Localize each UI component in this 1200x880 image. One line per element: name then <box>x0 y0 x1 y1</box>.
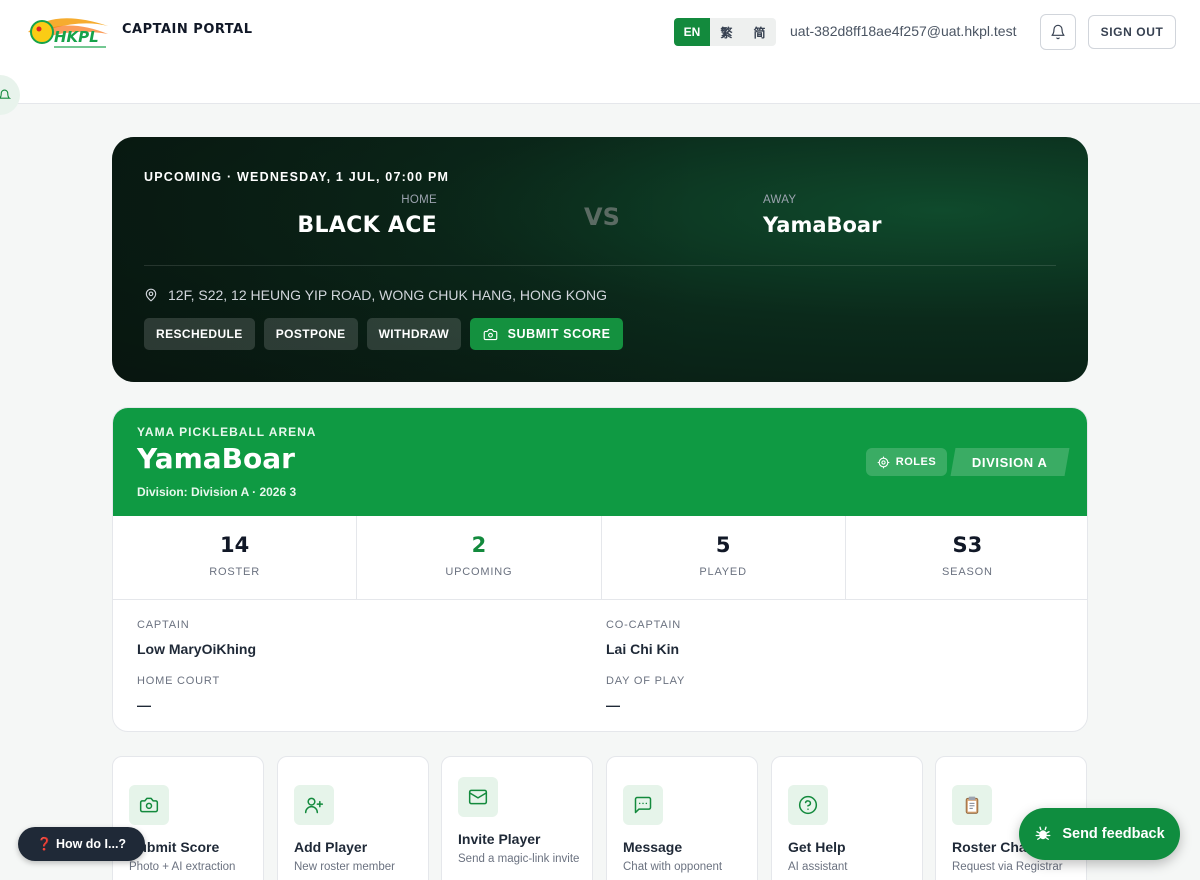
home-team-name: BLACK ACE <box>297 213 437 238</box>
home-label: HOME <box>401 194 437 206</box>
sign-out-button[interactable]: SIGN OUT <box>1088 15 1176 49</box>
quick-action-subtitle: Chat with opponent <box>623 861 723 873</box>
team-arena: YAMA PICKLEBALL ARENA <box>137 425 317 439</box>
match-actions: RESCHEDULE POSTPONE WITHDRAW SUBMIT SCOR… <box>144 318 624 350</box>
quick-action-add-player[interactable]: Add Player New roster member <box>277 756 429 880</box>
bell-icon <box>0 89 11 99</box>
quick-action-subtitle: AI assistant <box>788 861 848 873</box>
notifications-button[interactable] <box>1040 14 1076 50</box>
team-stats: 14 ROSTER 2 UPCOMING 5 PLAYED S3 SEASON <box>113 516 1087 600</box>
quick-action-title: Get Help <box>788 839 846 855</box>
user-email: uat-382d8ff18ae4f257@uat.hkpl.test <box>790 23 1017 39</box>
team-banner: YAMA PICKLEBALL ARENA YamaBoar Division:… <box>113 408 1087 516</box>
day-of-play-label: DAY OF PLAY <box>606 675 686 687</box>
home-court-value: — <box>137 697 151 713</box>
how-do-i-button[interactable]: ❓ How do I...? <box>18 827 145 861</box>
team-card: YAMA PICKLEBALL ARENA YamaBoar Division:… <box>112 407 1088 732</box>
team-name: YamaBoar <box>137 442 295 475</box>
quick-action-get-help[interactable]: Get Help AI assistant <box>771 756 923 880</box>
venue-address: 12F, S22, 12 HEUNG YIP ROAD, WONG CHUK H… <box>168 287 608 303</box>
lang-simplified-chinese-button[interactable]: 简 <box>743 18 776 46</box>
versus-label: VS <box>584 203 620 231</box>
division-badge-label: DIVISION A <box>972 454 1048 470</box>
mail-icon <box>458 777 498 817</box>
quick-action-title: Message <box>623 839 683 855</box>
chat-icon <box>623 785 663 825</box>
home-court-label: HOME COURT <box>137 675 220 687</box>
quick-action-invite-player[interactable]: Invite Player Send a magic-link invite <box>441 756 593 880</box>
lang-traditional-chinese-button[interactable]: 繁 <box>710 18 743 46</box>
stat-value: 5 <box>715 533 731 557</box>
division-badge: DIVISION A <box>950 448 1070 476</box>
reschedule-button[interactable]: RESCHEDULE <box>144 318 255 350</box>
clipboard-icon <box>952 785 992 825</box>
stat-season: S3 SEASON <box>846 516 1087 599</box>
user-plus-icon <box>294 785 334 825</box>
hkpl-logo[interactable]: HKPL <box>24 12 110 52</box>
submit-score-button[interactable]: SUBMIT SCORE <box>470 318 624 350</box>
stat-roster: 14 ROSTER <box>113 516 358 599</box>
stat-value: 14 <box>220 533 250 557</box>
stat-label: ROSTER <box>209 566 260 578</box>
stat-value: S3 <box>952 533 983 557</box>
send-feedback-label: Send feedback <box>1062 826 1165 842</box>
portal-title: CAPTAIN PORTAL <box>122 22 253 37</box>
stat-played: 5 PLAYED <box>602 516 846 599</box>
team-division-info: Division: Division A · 2026 3 <box>137 485 297 499</box>
camera-icon <box>483 328 497 340</box>
language-switcher: EN 繁 简 <box>674 18 776 46</box>
gear-icon <box>877 456 890 468</box>
captain-label: CAPTAIN <box>137 619 190 631</box>
bell-icon <box>1051 24 1065 40</box>
top-bar: HKPL CAPTAIN PORTAL EN 繁 简 uat-382d8ff18… <box>0 0 1200 104</box>
quick-action-subtitle: New roster member <box>294 861 395 873</box>
co-captain-label: CO-CAPTAIN <box>606 619 682 631</box>
quick-action-message[interactable]: Message Chat with opponent <box>606 756 758 880</box>
day-of-play-value: — <box>606 697 620 713</box>
help-circle-icon <box>788 785 828 825</box>
bug-icon <box>1035 826 1051 840</box>
co-captain-name: Lai Chi Kin <box>606 641 680 657</box>
match-status: UPCOMING · WEDNESDAY, 1 JUL, 07:00 PM <box>144 170 450 184</box>
stat-label: SEASON <box>942 566 993 578</box>
quick-action-title: Invite Player <box>458 831 541 847</box>
away-team-name: YamaBoar <box>763 213 882 237</box>
upcoming-match-card: UPCOMING · WEDNESDAY, 1 JUL, 07:00 PM HO… <box>112 137 1088 382</box>
away-label: AWAY <box>763 194 797 206</box>
stat-label: UPCOMING <box>445 566 513 578</box>
quick-action-subtitle: Send a magic-link invite <box>458 853 580 865</box>
submit-score-label: SUBMIT SCORE <box>507 327 611 341</box>
send-feedback-button[interactable]: Send feedback <box>1019 808 1180 860</box>
roles-button[interactable]: ROLES <box>866 448 947 476</box>
withdraw-button[interactable]: WITHDRAW <box>366 318 462 350</box>
svg-text:HKPL: HKPL <box>54 28 99 46</box>
stat-upcoming: 2 UPCOMING <box>357 516 602 599</box>
map-pin-icon <box>145 288 157 302</box>
quick-action-title: Add Player <box>294 839 368 855</box>
postpone-button[interactable]: POSTPONE <box>263 318 358 350</box>
quick-action-subtitle: Request via Registrar <box>952 861 1063 873</box>
venue: 12F, S22, 12 HEUNG YIP ROAD, WONG CHUK H… <box>144 287 607 303</box>
divider <box>144 265 1056 266</box>
stat-label: PLAYED <box>699 566 747 578</box>
captain-name: Low MaryOiKhing <box>137 641 256 657</box>
stat-value: 2 <box>471 533 487 557</box>
roles-label: ROLES <box>895 456 937 468</box>
quick-action-submit-score[interactable]: Submit Score Photo + AI extraction <box>112 756 264 880</box>
camera-icon <box>129 785 169 825</box>
lang-en-button[interactable]: EN <box>674 18 710 46</box>
quick-action-subtitle: Photo + AI extraction <box>129 861 236 873</box>
